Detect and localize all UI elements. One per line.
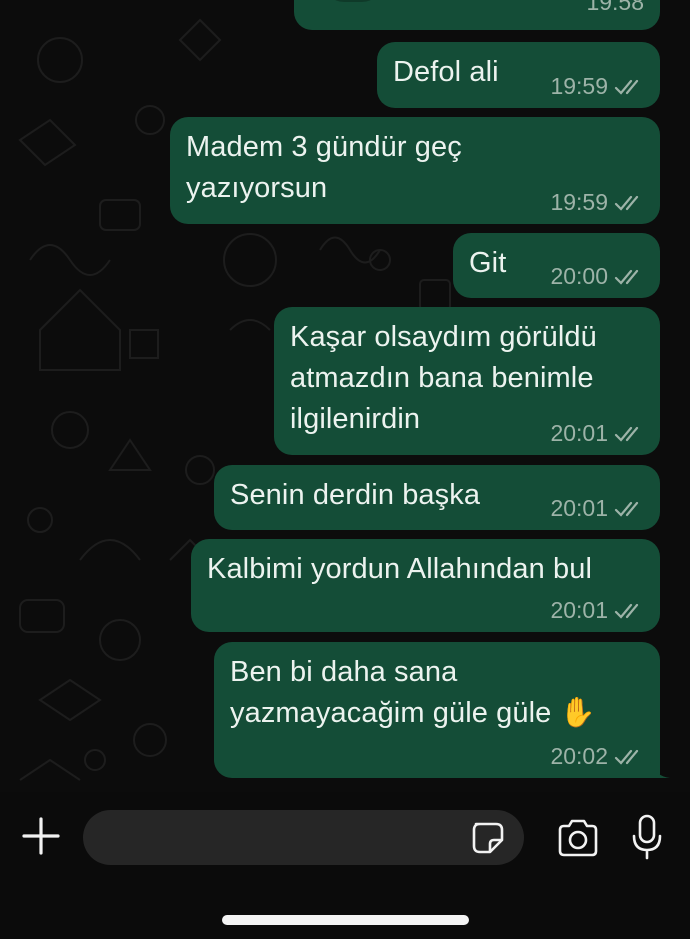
- message-input-field[interactable]: [83, 810, 524, 865]
- message-meta: 20:00: [550, 263, 644, 290]
- message-text: Kalbimi yordun Allahından bul: [207, 553, 592, 585]
- message-input[interactable]: [103, 810, 463, 865]
- message-time: 20:02: [550, 743, 608, 769]
- plus-icon[interactable]: [22, 817, 60, 855]
- message-bubble[interactable]: Git 20:00: [453, 233, 660, 298]
- double-check-icon: [614, 269, 639, 285]
- message-bubble[interactable]: Kalbimi yordun Allahından bul 20:01: [191, 539, 660, 632]
- message-meta: 20:01: [550, 495, 644, 522]
- double-check-icon: [614, 501, 639, 517]
- double-check-icon: [614, 79, 639, 95]
- double-check-icon: [614, 603, 639, 619]
- camera-icon[interactable]: [556, 818, 600, 858]
- double-check-icon: [614, 426, 639, 442]
- message-time: 20:01: [550, 420, 608, 446]
- chat-area: 19:58 Defol ali 19:59 Madem 3 gündür geç…: [0, 0, 690, 792]
- message-time: 20:01: [550, 495, 608, 521]
- message-bubble[interactable]: Kaşar olsaydım görüldü atmazdın bana ben…: [274, 307, 660, 455]
- double-check-icon: [614, 749, 639, 765]
- message-meta: 20:02: [550, 743, 644, 770]
- microphone-icon[interactable]: [630, 814, 664, 860]
- message-meta: 19:59: [550, 73, 644, 100]
- partial-avatar: [324, 0, 382, 2]
- double-check-icon: [614, 195, 639, 211]
- sticker-icon[interactable]: [470, 820, 506, 856]
- message-meta: 20:01: [550, 420, 644, 447]
- message-time: 20:00: [550, 263, 608, 289]
- message-meta: 19:58: [586, 0, 644, 16]
- message-meta: 19:59: [550, 189, 644, 216]
- message-meta: 20:01: [550, 597, 644, 624]
- bubble-tail: [650, 760, 670, 778]
- message-text: Ben bi daha sana yazmayacağim güle güle …: [230, 656, 596, 729]
- message-time: 20:01: [550, 597, 608, 623]
- message-bubble[interactable]: Senin derdin başka 20:01: [214, 465, 660, 530]
- message-bubble[interactable]: Defol ali 19:59: [377, 42, 660, 108]
- message-bubble[interactable]: Ben bi daha sana yazmayacağim güle güle …: [214, 642, 670, 778]
- home-indicator[interactable]: [222, 915, 469, 925]
- message-bubble[interactable]: 19:58: [294, 0, 660, 30]
- message-time: 19:59: [550, 189, 608, 215]
- message-time: 19:59: [550, 73, 608, 99]
- message-bubble[interactable]: Madem 3 gündür geç yazıyorsun 19:59: [170, 117, 660, 224]
- message-time: 19:58: [586, 0, 644, 15]
